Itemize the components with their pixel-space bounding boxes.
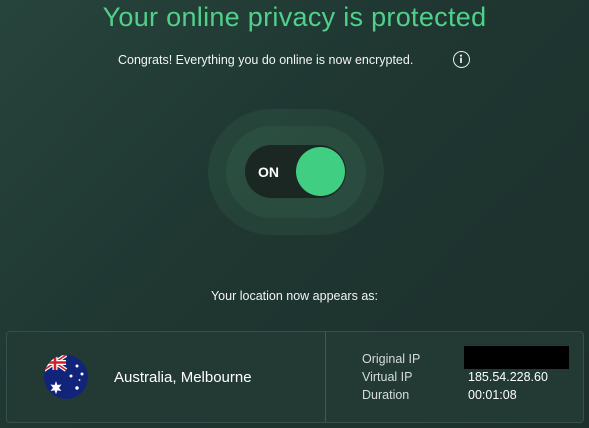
- original-ip-redacted: [464, 346, 569, 369]
- connection-info-panel: Australia, Melbourne Original IP Virtual…: [6, 331, 584, 423]
- status-headline: Your online privacy is protected: [102, 2, 487, 32]
- duration-value: 00:01:08: [468, 388, 517, 402]
- info-icon[interactable]: [453, 51, 470, 68]
- status-subline-row: Congrats! Everything you do online is no…: [0, 51, 589, 71]
- vpn-power-toggle[interactable]: ON: [245, 145, 346, 198]
- location-name: Australia, Melbourne: [114, 369, 252, 386]
- toggle-state-label: ON: [258, 164, 279, 180]
- info-glyph: [459, 54, 463, 63]
- toggle-knob[interactable]: [296, 147, 345, 196]
- duration-label: Duration: [362, 388, 410, 402]
- panel-divider: [325, 332, 326, 422]
- original-ip-label: Original IP: [362, 352, 421, 366]
- australia-flag-icon: [44, 355, 88, 399]
- location-caption: Your location now appears as:: [210, 289, 378, 303]
- virtual-ip-label: Virtual IP: [362, 370, 413, 384]
- virtual-ip-value: 185.54.228.60: [468, 370, 548, 384]
- status-subline: Congrats! Everything you do online is no…: [118, 53, 414, 67]
